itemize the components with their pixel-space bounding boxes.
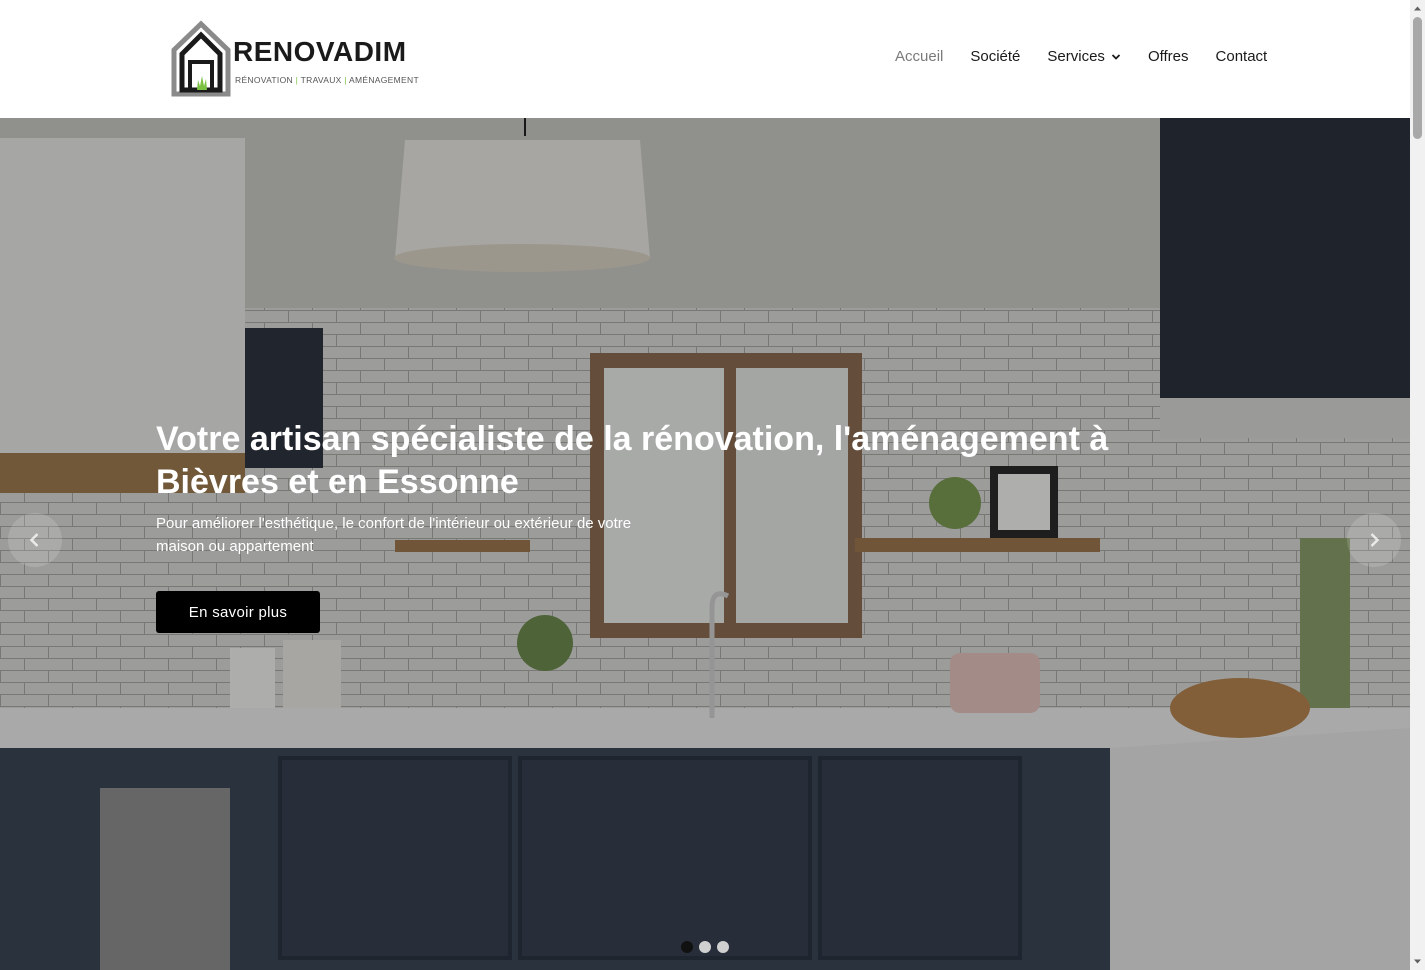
nav-item-contact[interactable]: Contact [1216, 48, 1268, 65]
slider-next-button[interactable] [1347, 513, 1401, 567]
slider-dot-1[interactable] [681, 941, 693, 953]
nav-item-accueil[interactable]: Accueil [895, 48, 943, 65]
nav-item-offres[interactable]: Offres [1148, 48, 1189, 65]
nav-item-services-label: Services [1047, 48, 1105, 65]
scroll-up-icon[interactable] [1413, 4, 1422, 13]
slider-dot-3[interactable] [717, 941, 729, 953]
scroll-thumb[interactable] [1413, 17, 1422, 139]
chevron-right-icon [1370, 533, 1380, 547]
chevron-down-icon [1111, 53, 1121, 60]
scroll-down-icon[interactable] [1413, 957, 1422, 966]
brand-name: RENOVADIM [233, 36, 407, 67]
learn-more-button[interactable]: En savoir plus [156, 591, 320, 633]
hero-slider: Votre artisan spécialiste de la rénovati… [0, 118, 1410, 970]
brand-tagline: RÉNOVATION | TRAVAUX | AMÉNAGEMENT [235, 75, 419, 85]
page-scrollbar[interactable] [1410, 0, 1425, 970]
house-logo-icon [171, 20, 231, 97]
nav-item-services[interactable]: Services [1047, 48, 1121, 65]
slider-dot-2[interactable] [699, 941, 711, 953]
chevron-left-icon [29, 533, 39, 547]
hero-title: Votre artisan spécialiste de la rénovati… [156, 420, 1109, 501]
logo[interactable]: RENOVADIM RÉNOVATION | TRAVAUX | AMÉNAGE… [170, 20, 419, 100]
main-nav: Accueil Société Services Offres Contact [895, 48, 1294, 65]
slider-dots [681, 941, 729, 953]
hero-subtitle: Pour améliorer l'esthétique, le confort … [156, 515, 632, 555]
slider-prev-button[interactable] [8, 513, 62, 567]
nav-item-societe[interactable]: Société [970, 48, 1020, 65]
site-header: RENOVADIM RÉNOVATION | TRAVAUX | AMÉNAGE… [0, 0, 1410, 118]
